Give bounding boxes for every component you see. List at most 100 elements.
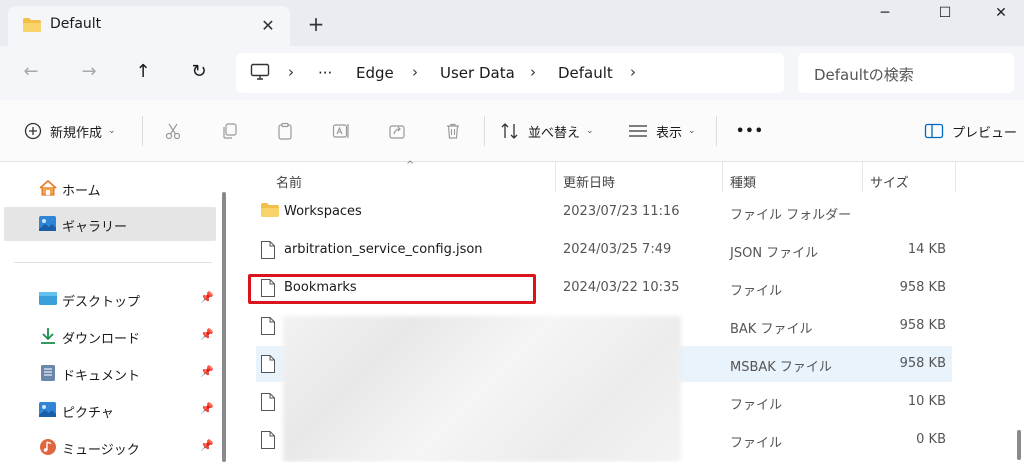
address-row: ← → ↑ ↻ › ··· Edge › User Data › Default… [0,46,1024,100]
column-header-size[interactable]: サイズ [870,172,909,191]
sort-ascending-icon: ^ [406,160,415,171]
column-divider[interactable] [555,162,556,192]
sidebar-item-downloads[interactable]: ダウンロード 📌 [4,319,216,353]
pin-icon[interactable]: 📌 [200,402,214,415]
column-header-type[interactable]: 種類 [730,172,756,191]
picture-icon [38,401,58,419]
folder-icon [22,17,42,37]
new-button[interactable]: 新規作成 ⌄ [24,120,116,142]
sort-label: 並べ替え [528,125,581,141]
sidebar-item-music[interactable]: ミュージック 📌 [4,430,216,462]
pin-icon[interactable]: 📌 [200,328,214,341]
highlight-box [248,274,536,304]
breadcrumb-chevron-icon[interactable]: › [530,63,536,81]
file-row-workspaces[interactable]: Workspaces 2023/07/23 11:16 ファイル フォルダー [256,194,952,230]
breadcrumb-default[interactable]: Default [558,64,613,82]
new-label: 新規作成 [50,125,103,141]
file-icon [260,316,276,340]
breadcrumb-more-button[interactable]: ··· [318,64,332,82]
breadcrumb-chevron-icon[interactable]: › [630,63,636,81]
file-icon [260,354,276,378]
file-icon [260,392,276,416]
search-box[interactable]: Defaultの検索 [798,53,1014,93]
file-list-scroll-thumb[interactable] [1017,430,1021,460]
sidebar-item-gallery[interactable]: ギャラリー [4,207,216,241]
sidebar-item-documents[interactable]: ドキュメント 📌 [4,356,216,390]
sort-button[interactable]: 並べ替え ⌄ [500,120,594,142]
view-button[interactable]: 表示 ⌄ [628,120,696,142]
file-icon [260,240,276,264]
tab-close-icon[interactable]: ✕ [256,14,280,38]
sidebar-scrollbar[interactable] [222,172,228,462]
pin-icon[interactable]: 📌 [200,439,214,452]
paste-icon[interactable] [274,120,296,142]
file-date: 2023/07/23 11:16 [563,204,680,219]
tab-default[interactable]: Default ✕ [8,6,290,46]
folder-icon [260,202,280,222]
sidebar-item-pictures[interactable]: ピクチャ 📌 [4,393,216,427]
file-type: JSON ファイル [730,246,819,261]
back-button[interactable]: ← [16,58,46,88]
file-date: 2024/03/22 10:35 [563,280,680,295]
sidebar-item-label: ダウンロード [62,332,141,347]
breadcrumb-chevron-icon[interactable]: › [412,63,418,81]
column-header-date[interactable]: 更新日時 [563,172,615,191]
column-divider[interactable] [722,162,723,192]
file-date: 2024/03/25 7:49 [563,242,672,257]
chevron-down-icon: ⌄ [586,126,594,136]
breadcrumb-user-data[interactable]: User Data [440,64,515,82]
breadcrumb-edge[interactable]: Edge [356,64,394,82]
sidebar-item-label: ミュージック [62,443,140,458]
copy-icon[interactable] [218,120,240,142]
pin-icon[interactable]: 📌 [200,365,214,378]
sort-icon [500,122,520,140]
file-type: MSBAK ファイル [730,360,832,375]
chevron-down-icon: ⌄ [688,126,696,136]
gallery-icon [38,215,58,233]
sidebar-item-label: ピクチャ [62,406,114,421]
column-header-name[interactable]: 名前 [276,172,302,191]
file-size: 958 KB [899,356,946,371]
document-icon [38,364,58,382]
sidebar-item-desktop[interactable]: デスクトップ 📌 [4,282,216,316]
file-size: 14 KB [907,242,946,257]
preview-label: プレビュー [952,125,1018,141]
rename-icon[interactable] [330,120,352,142]
column-divider[interactable] [955,162,956,192]
file-size: 958 KB [899,318,946,333]
address-bar[interactable]: › ··· Edge › User Data › Default › [236,53,784,93]
up-button[interactable]: ↑ [128,58,158,88]
file-row-arbitration-config[interactable]: arbitration_service_config.json 2024/03/… [256,232,952,268]
sidebar-item-home[interactable]: ホーム [4,171,216,205]
breadcrumb-chevron-icon[interactable]: › [288,63,294,81]
pin-icon[interactable]: 📌 [200,291,214,304]
file-size: 958 KB [899,280,946,295]
delete-icon[interactable] [442,120,464,142]
forward-button[interactable]: → [74,58,104,88]
file-icon [260,430,276,454]
more-options-button[interactable]: ••• [736,120,764,142]
preview-button[interactable]: プレビュー [924,120,1017,142]
maximize-button[interactable]: ☐ [922,0,968,28]
sidebar-scroll-thumb[interactable] [222,192,226,462]
refresh-button[interactable]: ↻ [184,58,214,88]
minimize-button[interactable]: ─ [862,0,908,28]
file-name: arbitration_service_config.json [284,242,483,257]
title-bar: Default ✕ + ─ ☐ ✕ [0,0,1024,46]
file-list: 名前 ^ 更新日時 種類 サイズ Workspaces 2023/07/23 1… [236,160,1024,462]
cut-icon[interactable] [162,120,184,142]
sidebar-item-label: ホーム [62,184,101,199]
column-divider[interactable] [862,162,863,192]
sidebar-item-label: ギャラリー [62,220,128,235]
close-window-button[interactable]: ✕ [978,0,1024,28]
command-bar: 新規作成 ⌄ 並べ替え ⌄ 表示 ⌄ ••• プレビュー [0,100,1024,162]
new-tab-button[interactable]: + [304,13,328,37]
share-icon[interactable] [386,120,408,142]
file-size: 10 KB [907,394,946,409]
file-type: BAK ファイル [730,322,813,337]
view-label: 表示 [656,125,683,141]
sidebar-item-label: ドキュメント [62,369,141,384]
file-type: ファイル [730,398,783,413]
home-icon [38,179,58,197]
file-list-scrollbar[interactable] [1016,172,1022,462]
